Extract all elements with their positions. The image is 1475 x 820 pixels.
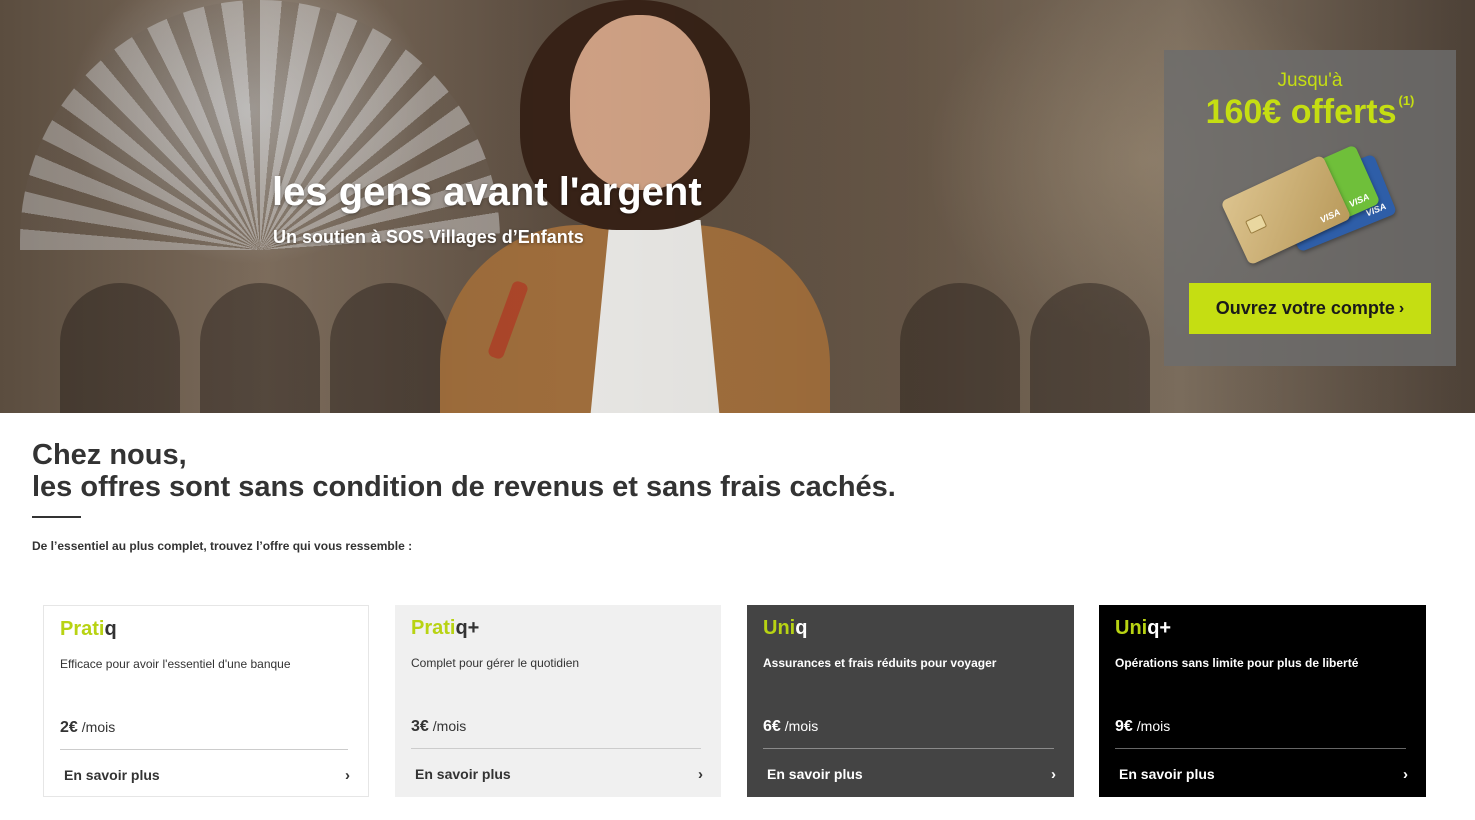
chevron-right-icon: › [1403,765,1408,783]
promo-footnote: (1) [1398,93,1415,108]
card-brand-label: VISA [1347,191,1371,210]
offer-learn-more-label: En savoir plus [767,766,863,782]
card-brand-label: VISA [1318,206,1342,225]
offer-learn-more-link[interactable]: En savoir plus › [411,763,703,785]
offer-name: Pratiq+ [411,617,479,640]
offer-description: Efficace pour avoir l'essentiel d'une ba… [60,657,291,671]
offer-name: Uniq+ [1115,617,1171,640]
offer-price-unit: /mois [432,718,467,734]
offer-card-uniq-plus: Uniq+ Opérations sans limite pour plus d… [1099,605,1426,797]
promo-amount: 160€ offerts [1205,93,1397,131]
offer-learn-more-label: En savoir plus [415,766,511,782]
offer-card-pratiq: Pratiq Efficace pour avoir l'essentiel d… [43,605,369,797]
offer-name-rest: q [795,617,808,639]
hero-banner: les gens avant l'argent Un soutien à SOS… [0,0,1475,413]
offer-price: 3€/mois [411,718,466,736]
offer-card-uniq: Uniq Assurances et frais réduits pour vo… [747,605,1074,797]
heading-divider [32,516,81,518]
offer-description: Assurances et frais réduits pour voyager [763,656,997,670]
offer-learn-more-link[interactable]: En savoir plus › [763,763,1056,785]
bank-cards-image: VISA VISA VISA [1220,144,1402,266]
offer-learn-more-link[interactable]: En savoir plus › [1115,763,1408,785]
offer-name-rest: q [104,618,117,640]
offer-learn-more-link[interactable]: En savoir plus › [60,764,350,786]
open-account-button-label: Ouvrez votre compte [1215,298,1395,318]
offers-heading: Chez nous, les offres sont sans conditio… [32,439,896,503]
promo-box: Jusqu'à 160€ offerts (1) VISA VISA VISA O… [1164,50,1456,366]
card-chip-icon [1244,213,1268,235]
offer-price-amount: 3€ [411,718,429,735]
chevron-right-icon: › [1398,299,1405,317]
offer-name: Pratiq [60,618,117,641]
offer-divider [763,748,1054,749]
offer-divider [1115,748,1406,749]
offer-divider [60,749,348,750]
offer-price: 6€/mois [763,718,818,736]
hero-title: les gens avant l'argent [272,170,702,214]
offer-description: Opérations sans limite pour plus de libe… [1115,656,1359,670]
offer-name-accent: Prati [60,618,105,640]
offer-price-unit: /mois [81,719,116,735]
chevron-right-icon: › [345,766,350,784]
offer-price-amount: 9€ [1115,718,1133,735]
offer-name-accent: Prati [411,617,456,639]
offer-card-pratiq-plus: Pratiq+ Complet pour gérer le quotidien … [395,605,721,797]
offer-learn-more-label: En savoir plus [64,767,160,783]
offer-name-rest: q+ [455,617,480,639]
offers-heading-line2: les offres sont sans condition de revenu… [32,471,896,503]
offer-name-rest: q+ [1147,617,1172,639]
chevron-right-icon: › [1051,765,1056,783]
hero-subtitle: Un soutien à SOS Villages d’Enfants [273,227,584,247]
offer-price: 2€/mois [60,719,115,737]
offer-divider [411,748,701,749]
offer-price-amount: 2€ [60,719,78,736]
promo-intro: Jusqu'à [1277,70,1343,91]
offer-price-amount: 6€ [763,718,781,735]
offers-intro-text: De l’essentiel au plus complet, trouvez … [32,539,413,553]
chevron-right-icon: › [698,765,703,783]
offer-price-unit: /mois [784,718,819,734]
offer-name: Uniq [763,617,807,640]
offer-description: Complet pour gérer le quotidien [411,656,580,670]
open-account-button[interactable]: Ouvrez votre compte › [1189,283,1431,334]
offer-learn-more-label: En savoir plus [1119,766,1215,782]
offers-heading-line1: Chez nous, [32,439,187,471]
offer-price: 9€/mois [1115,718,1170,736]
offer-price-unit: /mois [1136,718,1171,734]
offer-name-accent: Uni [1115,617,1148,639]
offer-name-accent: Uni [763,617,796,639]
promo-amount-line: 160€ offerts (1) [1164,93,1456,132]
